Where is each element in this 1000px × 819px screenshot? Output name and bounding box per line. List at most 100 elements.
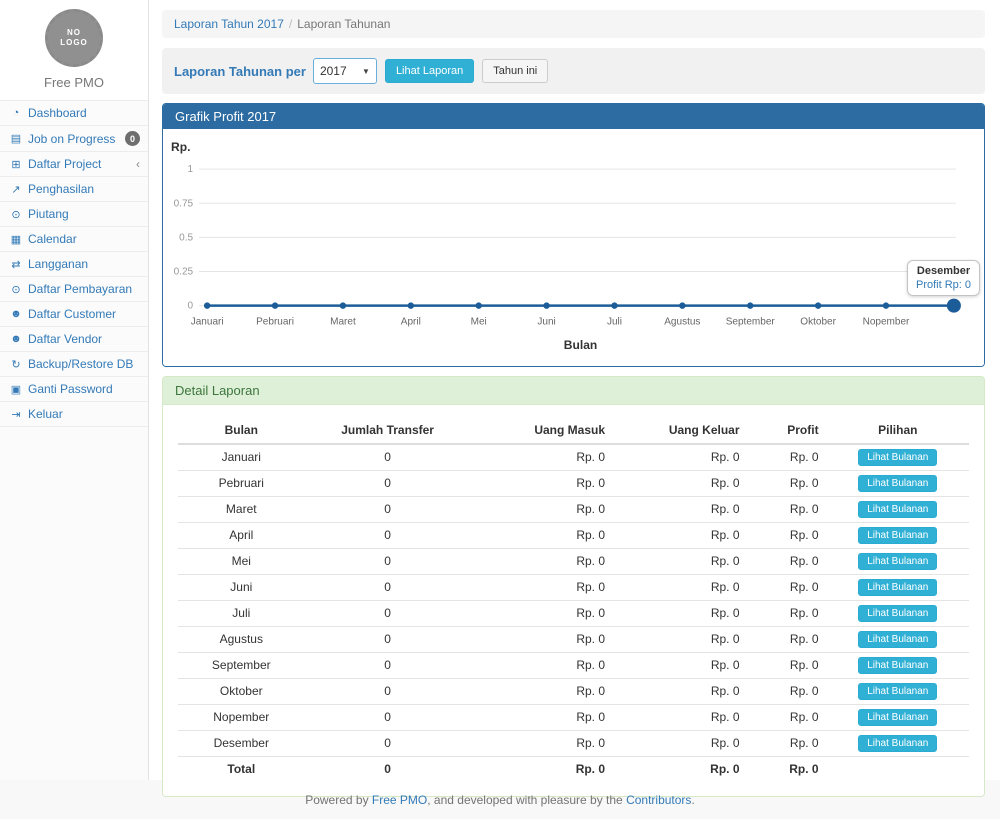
sidebar-item-label: Piutang [28,207,69,221]
contributors-link[interactable]: Contributors [626,793,691,807]
cell-jumlah-transfer: 0 [305,730,471,756]
cell-pilihan: Lihat Bulanan [827,704,969,730]
year-select-value: 2017 [320,64,347,78]
sidebar-item-daftar-project[interactable]: ⊞Daftar Project‹ [0,152,148,177]
x-tick-label: April [401,317,421,328]
cell-profit: Rp. 0 [748,548,827,574]
lihat-bulanan-button[interactable]: Lihat Bulanan [858,631,937,648]
lihat-bulanan-button[interactable]: Lihat Bulanan [858,579,937,596]
cell-profit: Rp. 0 [748,730,827,756]
cell-profit: Rp. 0 [748,522,827,548]
chart-point[interactable] [883,302,889,308]
sidebar-item-dashboard[interactable]: ◔Dashboard [0,101,148,126]
chart-point[interactable] [947,299,961,313]
year-select[interactable]: 2017 ▼ [313,58,377,84]
sidebar-item-backup-restore-db[interactable]: ↻Backup/Restore DB [0,352,148,377]
sidebar-item-ganti-password[interactable]: ▣Ganti Password [0,377,148,402]
brand-name: Free PMO [0,75,148,90]
chart-point[interactable] [340,302,346,308]
sign-out-icon: ⇥ [8,408,24,421]
lihat-bulanan-button[interactable]: Lihat Bulanan [858,605,937,622]
cell-pilihan: Lihat Bulanan [827,522,969,548]
cell-jumlah-transfer: 0 [305,678,471,704]
column-header-bulan: Bulan [178,417,305,444]
cell-uang-keluar: Rp. 0 [613,548,747,574]
cell-jumlah-transfer: 0 [305,470,471,496]
cell-uang-keluar: Rp. 0 [613,730,747,756]
lihat-bulanan-button[interactable]: Lihat Bulanan [858,449,937,466]
sidebar-item-daftar-customer[interactable]: ☻ Daftar Customer [0,302,148,327]
chart-point[interactable] [543,302,549,308]
chart-point[interactable] [408,302,414,308]
cell-pilihan: Lihat Bulanan [827,444,969,471]
sidebar-item-label: Job on Progress [28,132,115,146]
chart-point[interactable] [747,302,753,308]
sidebar-item-job-on-progress[interactable]: ▤ Job on Progress 0 [0,126,148,152]
lock-icon: ▣ [8,383,24,396]
lihat-bulanan-button[interactable]: Lihat Bulanan [858,657,937,674]
cell-uang-masuk: Rp. 0 [471,730,613,756]
chart-point[interactable] [204,302,210,308]
sidebar: NO LOGO Free PMO ◔Dashboard ▤ Job on Progr… [0,0,149,780]
cell-pilihan: Lihat Bulanan [827,678,969,704]
count-badge: 0 [125,131,140,146]
sidebar-item-label: Daftar Customer [28,307,116,321]
lihat-bulanan-button[interactable]: Lihat Bulanan [858,709,937,726]
chart-point[interactable] [272,302,278,308]
chart-point[interactable] [475,302,481,308]
sidebar-item-daftar-pembayaran[interactable]: ⊙Daftar Pembayaran [0,277,148,302]
sidebar-item-penghasilan[interactable]: ↗Penghasilan [0,177,148,202]
column-header-uang-keluar: Uang Keluar [613,417,747,444]
lihat-laporan-button[interactable]: Lihat Laporan [385,59,474,83]
sidebar-item-calendar[interactable]: ▦Calendar [0,227,148,252]
sidebar-item-keluar[interactable]: ⇥ Keluar [0,402,148,427]
chart-point[interactable] [611,302,617,308]
total-label: Total [178,756,305,780]
lihat-bulanan-button[interactable]: Lihat Bulanan [858,501,937,518]
table-row: Januari0Rp. 0Rp. 0Rp. 0Lihat Bulanan [178,444,969,471]
list-icon: ▤ [8,132,24,145]
detail-panel-body: BulanJumlah TransferUang MasukUang Kelua… [163,405,984,797]
x-tick-label: September [726,317,776,328]
chart-point[interactable] [679,302,685,308]
profit-chart: Rp.10.750.50.250JanuariPebruariMaretApri… [163,129,984,366]
tahun-ini-button[interactable]: Tahun ini [482,59,548,83]
report-filter-form: Laporan Tahunan per 2017 ▼ Lihat Laporan… [162,48,985,94]
sidebar-item-daftar-vendor[interactable]: ☻Daftar Vendor [0,327,148,352]
cell-profit: Rp. 0 [748,626,827,652]
users-icon: ☻ [8,308,24,320]
sidebar-item-label: Keluar [28,407,63,421]
cell-jumlah-transfer: 0 [305,626,471,652]
footer-text: . [691,793,694,807]
detail-panel-title: Detail Laporan [163,377,984,405]
sidebar-item-label: Langganan [28,257,88,271]
sidebar-item-langganan[interactable]: ⇄Langganan [0,252,148,277]
cell-uang-keluar: Rp. 0 [613,704,747,730]
lihat-bulanan-button[interactable]: Lihat Bulanan [858,527,937,544]
lihat-bulanan-button[interactable]: Lihat Bulanan [858,683,937,700]
breadcrumb-link-laporan-tahun[interactable]: Laporan Tahun 2017 [174,17,284,31]
breadcrumb: Laporan Tahun 2017/Laporan Tahunan [162,10,985,38]
chevron-left-icon: ‹ [136,158,140,170]
lihat-bulanan-button[interactable]: Lihat Bulanan [858,735,937,752]
main-content: Laporan Tahun 2017/Laporan Tahunan Lapor… [149,0,1000,780]
cell-bulan: Oktober [178,678,305,704]
cell-uang-masuk: Rp. 0 [471,522,613,548]
cell-profit: Rp. 0 [748,470,827,496]
x-tick-label: Mei [471,317,487,328]
table-row: Oktober0Rp. 0Rp. 0Rp. 0Lihat Bulanan [178,678,969,704]
chart-panel-title: Grafik Profit 2017 [163,104,984,129]
sidebar-item-piutang[interactable]: ⊙Piutang [0,202,148,227]
lihat-bulanan-button[interactable]: Lihat Bulanan [858,475,937,492]
breadcrumb-separator: / [289,17,292,31]
chart-xlabel: Bulan [564,338,597,352]
chart-point[interactable] [815,302,821,308]
y-tick-label: 0 [188,301,194,312]
cell-profit: Rp. 0 [748,574,827,600]
cell-pilihan: Lihat Bulanan [827,600,969,626]
free-pmo-link[interactable]: Free PMO [372,793,427,807]
cell-jumlah-transfer: 0 [305,574,471,600]
app-logo: NO LOGO Free PMO [0,0,148,100]
lihat-bulanan-button[interactable]: Lihat Bulanan [858,553,937,570]
footer-text: , and developed with pleasure by the [427,793,626,807]
